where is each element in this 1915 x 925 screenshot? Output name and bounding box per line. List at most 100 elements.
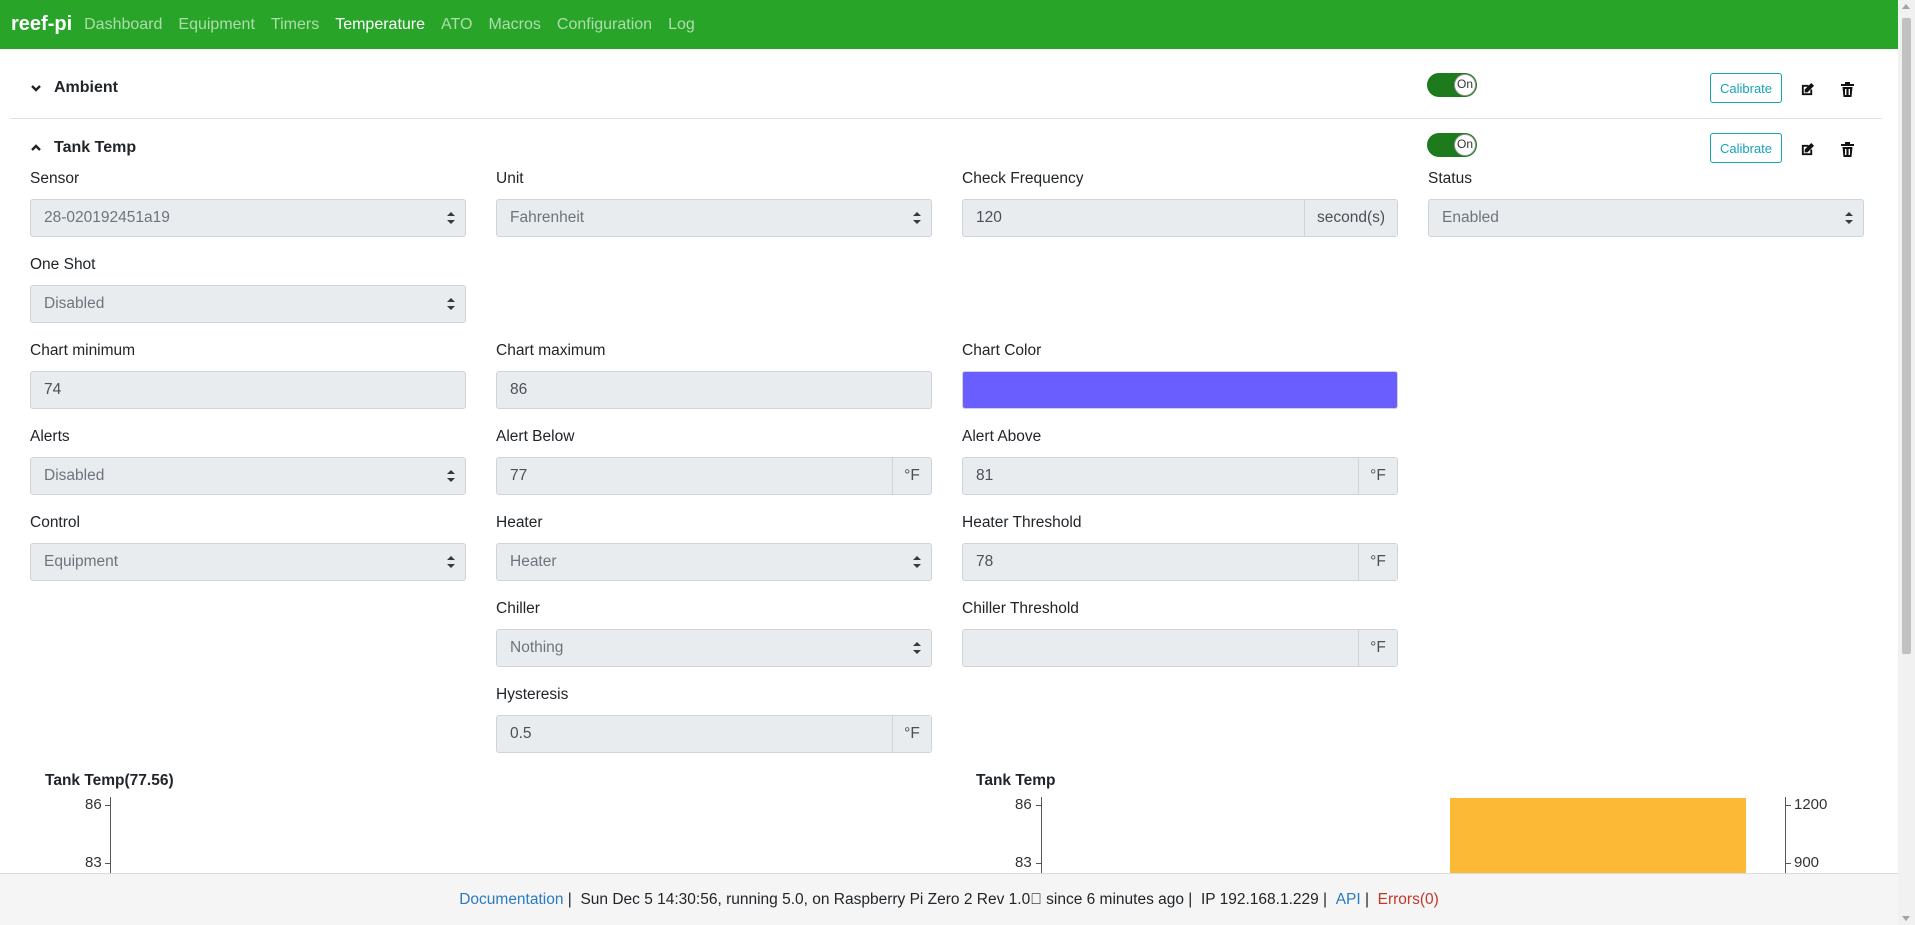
chart-color-picker[interactable]: [962, 371, 1398, 409]
tank-title: Tank Temp: [54, 139, 137, 156]
heater-threshold-input[interactable]: 78 °F: [962, 543, 1398, 581]
heater-value: Heater: [510, 553, 557, 570]
unit-addon: °F: [1358, 458, 1397, 494]
chart-min-label: Chart minimum: [30, 342, 136, 359]
y-tick-mark: [1036, 805, 1041, 806]
control-select[interactable]: Equipment: [30, 543, 466, 581]
y-tick-label-right: 1200: [1794, 796, 1828, 813]
y-axis-right: [1785, 797, 1786, 873]
footer: Documentation | Sun Dec 5 14:30:56, runn…: [0, 873, 1898, 925]
one-shot-select[interactable]: Disabled: [30, 285, 466, 323]
chart-min-input[interactable]: 74: [30, 371, 466, 409]
heater-select[interactable]: Heater: [496, 543, 932, 581]
alert-above-value: 81: [976, 467, 994, 484]
control-label: Control: [30, 514, 80, 531]
alert-above-label: Alert Above: [962, 428, 1042, 445]
alert-below-input[interactable]: 77 °F: [496, 457, 932, 495]
system-info: Sun Dec 5 14:30:56, running 5.0, on Rasp…: [580, 890, 1184, 908]
select-arrow-icon: [1845, 212, 1853, 224]
unit-select[interactable]: Fahrenheit: [496, 199, 932, 237]
y-tick-label: 86: [1015, 796, 1032, 813]
unit-label: Unit: [496, 170, 524, 187]
y-tick-mark: [105, 863, 110, 864]
chiller-threshold-input[interactable]: °F: [962, 629, 1398, 667]
check-frequency-input[interactable]: 120 second(s): [962, 199, 1398, 237]
heater-threshold-value: 78: [976, 553, 994, 570]
alerts-select[interactable]: Disabled: [30, 457, 466, 495]
status-select[interactable]: Enabled: [1428, 199, 1864, 237]
status-value: Enabled: [1442, 209, 1499, 226]
chiller-value: Nothing: [510, 639, 564, 656]
separator: |: [1318, 890, 1336, 908]
select-arrow-icon: [913, 642, 921, 654]
brand[interactable]: reef-pi: [11, 13, 72, 36]
hysteresis-input[interactable]: 0.5 °F: [496, 715, 932, 753]
bar: [1450, 798, 1746, 873]
y-tick-label: 86: [85, 796, 102, 813]
scroll-thumb[interactable]: [1902, 18, 1911, 654]
heater-label: Heater: [496, 514, 543, 531]
ambient-title: Ambient: [54, 79, 118, 96]
ambient-header[interactable]: Ambient: [30, 79, 118, 97]
nav-dashboard[interactable]: Dashboard: [84, 16, 162, 34]
unit-addon: °F: [1358, 630, 1397, 666]
chart-max-value: 86: [510, 381, 528, 398]
y-tick-mark: [105, 805, 110, 806]
separator: |: [1184, 890, 1201, 908]
one-shot-value: Disabled: [44, 295, 105, 312]
tank-toggle[interactable]: On: [1427, 133, 1477, 157]
separator: |: [563, 890, 581, 908]
y-tick-label: 83: [85, 854, 102, 871]
seconds-addon: second(s): [1304, 200, 1397, 236]
chart-max-input[interactable]: 86: [496, 371, 932, 409]
status-label: Status: [1428, 170, 1472, 187]
tank-calibrate-button[interactable]: Calibrate: [1710, 133, 1782, 163]
y-tick-mark: [1786, 805, 1791, 806]
alert-above-input[interactable]: 81 °F: [962, 457, 1398, 495]
scroll-up-icon[interactable]: [1902, 4, 1910, 9]
chart-title: Tank Temp(77.56): [45, 772, 174, 789]
edit-icon[interactable]: [1799, 81, 1815, 97]
ambient-toggle[interactable]: On: [1427, 73, 1477, 97]
y-tick-mark: [1036, 863, 1041, 864]
nav-ato[interactable]: ATO: [441, 16, 472, 34]
chiller-select[interactable]: Nothing: [496, 629, 932, 667]
trash-icon[interactable]: [1839, 141, 1855, 157]
chart-max-label: Chart maximum: [496, 342, 606, 359]
chevron-up-icon: [30, 142, 42, 154]
scrollbar[interactable]: [1898, 0, 1915, 925]
nav-timers[interactable]: Timers: [271, 16, 319, 34]
y-tick-label: 83: [1015, 854, 1032, 871]
edit-icon[interactable]: [1799, 141, 1815, 157]
divider: [10, 118, 1882, 119]
trash-icon[interactable]: [1839, 81, 1855, 97]
tank-header[interactable]: Tank Temp: [30, 139, 136, 157]
nav-log[interactable]: Log: [668, 16, 695, 34]
toggle-label: On: [1456, 77, 1473, 91]
errors-link[interactable]: Errors(0): [1378, 891, 1439, 909]
nav-equipment[interactable]: Equipment: [178, 16, 255, 34]
scroll-down-icon[interactable]: [1902, 916, 1910, 921]
nav-macros[interactable]: Macros: [488, 16, 540, 34]
api-link[interactable]: API: [1336, 891, 1361, 909]
documentation-link[interactable]: Documentation: [459, 891, 563, 909]
chart-title: Tank Temp: [976, 772, 1056, 789]
alerts-label: Alerts: [30, 428, 70, 445]
y-axis-left: [1041, 797, 1042, 873]
nav-temperature[interactable]: Temperature: [335, 16, 425, 34]
sensor-select[interactable]: 28-020192451a19: [30, 199, 466, 237]
select-arrow-icon: [447, 556, 455, 568]
unit-addon: °F: [892, 716, 931, 752]
chiller-label: Chiller: [496, 600, 540, 617]
alert-below-label: Alert Below: [496, 428, 575, 445]
sensor-value: 28-020192451a19: [44, 209, 170, 226]
hysteresis-label: Hysteresis: [496, 686, 569, 703]
chiller-threshold-label: Chiller Threshold: [962, 600, 1079, 617]
y-tick-mark: [1786, 863, 1791, 864]
nav-configuration[interactable]: Configuration: [557, 16, 652, 34]
select-arrow-icon: [447, 298, 455, 310]
ambient-calibrate-button[interactable]: Calibrate: [1710, 73, 1782, 103]
control-value: Equipment: [44, 553, 119, 570]
one-shot-label: One Shot: [30, 256, 96, 273]
chart-color-label: Chart Color: [962, 342, 1042, 359]
